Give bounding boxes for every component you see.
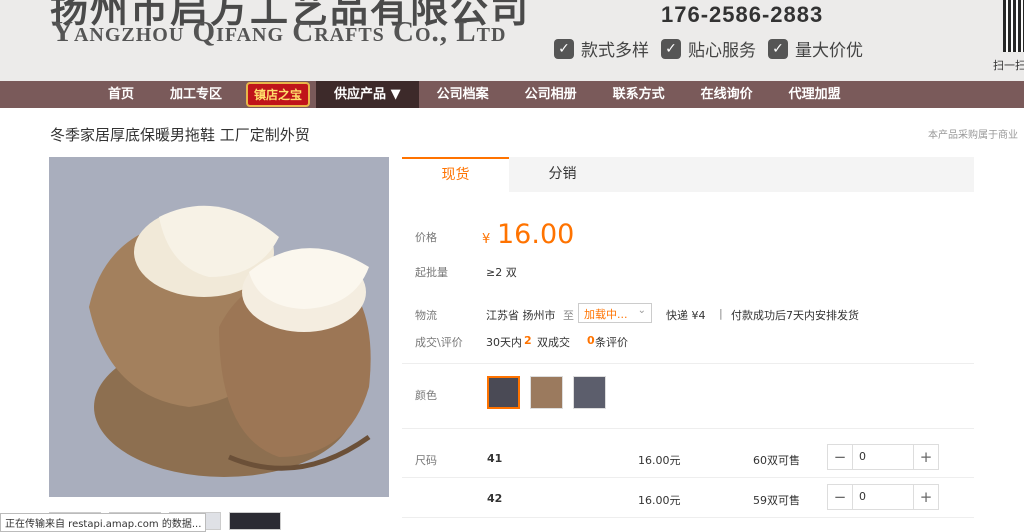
tab-in-stock[interactable]: 现货 [402,157,509,192]
quantity-input[interactable]: 0 [852,485,914,509]
color-swatch[interactable] [530,376,563,409]
purchase-note: 本产品采购属于商业 [928,130,1018,141]
feature-list: ✓ 款式多样 ✓ 贴心服务 ✓ 量大价优 [554,36,863,61]
ship-to-label: 至 [563,309,574,322]
size-stock: 59双可售 [753,494,800,507]
slipper-image [89,205,371,477]
size-price: 16.00元 [638,454,681,467]
nav-featured-badge[interactable]: 镇店之宝 [246,82,311,107]
size-value: 42 [487,492,503,505]
size-value: 41 [487,452,503,465]
quantity-stepper: − 0 + [827,444,939,470]
reviews-unit[interactable]: 条评价 [595,334,628,350]
nav-products[interactable]: 供应产品 ▼ [316,81,419,108]
divider [402,363,974,364]
qr-label: 扫一扫 [993,59,1024,72]
price-value: 16.00 [497,219,575,250]
ship-origin: 江苏省 扬州市 [486,309,556,322]
reviews-count: 0 [587,334,595,347]
nav-home[interactable]: 首页 [90,81,152,108]
nav-contact[interactable]: 联系方式 [595,81,683,108]
company-name-en: Yangzhou Qifang Crafts Co., Ltd [52,16,507,48]
chevron-down-icon: ⌄ [637,305,646,316]
product-main-image[interactable] [49,157,389,497]
deals-unit: 双成交 [537,336,570,349]
size-stock: 60双可售 [753,454,800,467]
check-icon: ✓ [554,38,574,59]
quantity-input[interactable]: 0 [852,445,914,469]
feature-item: ✓ 款式多样 [554,36,649,61]
deals-label: 成交\评价 [415,336,463,349]
currency-symbol: ¥ [482,232,491,247]
increment-button[interactable]: + [914,485,938,509]
express-fee: 快递 ¥4 [666,309,706,322]
min-order-label: 起批量 [415,266,448,279]
logistics-label: 物流 [415,309,437,322]
check-icon: ✓ [768,38,788,59]
divider [402,428,974,429]
browser-status-bar: 正在传输来自 restapi.amap.com 的数据... [0,513,207,532]
shop-banner: 扬州市启方工艺品有限公司 Yangzhou Qifang Crafts Co.,… [0,0,1024,81]
thumbnail[interactable] [229,512,281,530]
decrement-button[interactable]: − [828,445,852,469]
color-swatch-selected[interactable] [487,376,520,409]
nav-company-album[interactable]: 公司相册 [507,81,595,108]
qr-code [1003,0,1024,52]
size-price: 16.00元 [638,494,681,507]
feature-item: ✓ 量大价优 [768,36,863,61]
increment-button[interactable]: + [914,445,938,469]
nav-processing[interactable]: 加工专区 [152,81,240,108]
product-title: 冬季家居厚底保暖男拖鞋 工厂定制外贸 [50,126,310,144]
phone-number: 176-2586-2883 [661,2,824,27]
shop-nav: 首页 加工专区 镇店之宝 供应产品 ▼ 公司档案 公司相册 联系方式 在线询价 … [0,81,1024,108]
color-swatch[interactable] [573,376,606,409]
color-label: 颜色 [415,389,437,402]
nav-company-profile[interactable]: 公司档案 [419,81,507,108]
purchase-tabs: 现货 分销 [402,157,974,192]
tab-distribution[interactable]: 分销 [509,157,616,192]
size-row: 41 16.00元 60双可售 − 0 + [402,438,974,478]
size-row: 42 16.00元 59双可售 − 0 + [402,478,974,518]
feature-item: ✓ 贴心服务 [661,36,756,61]
price-label: 价格 [415,231,437,244]
quantity-stepper: − 0 + [827,484,939,510]
ship-note: 付款成功后7天内安排发货 [731,309,859,322]
nav-inquiry[interactable]: 在线询价 [683,81,771,108]
deals-days: 30天内 [486,336,522,349]
min-order-value: ≥2 双 [486,266,517,279]
deals-count: 2 [524,334,532,347]
check-icon: ✓ [661,38,681,59]
decrement-button[interactable]: − [828,485,852,509]
destination-select[interactable]: 加载中... ⌄ [578,303,652,323]
nav-agent[interactable]: 代理加盟 [771,81,859,108]
